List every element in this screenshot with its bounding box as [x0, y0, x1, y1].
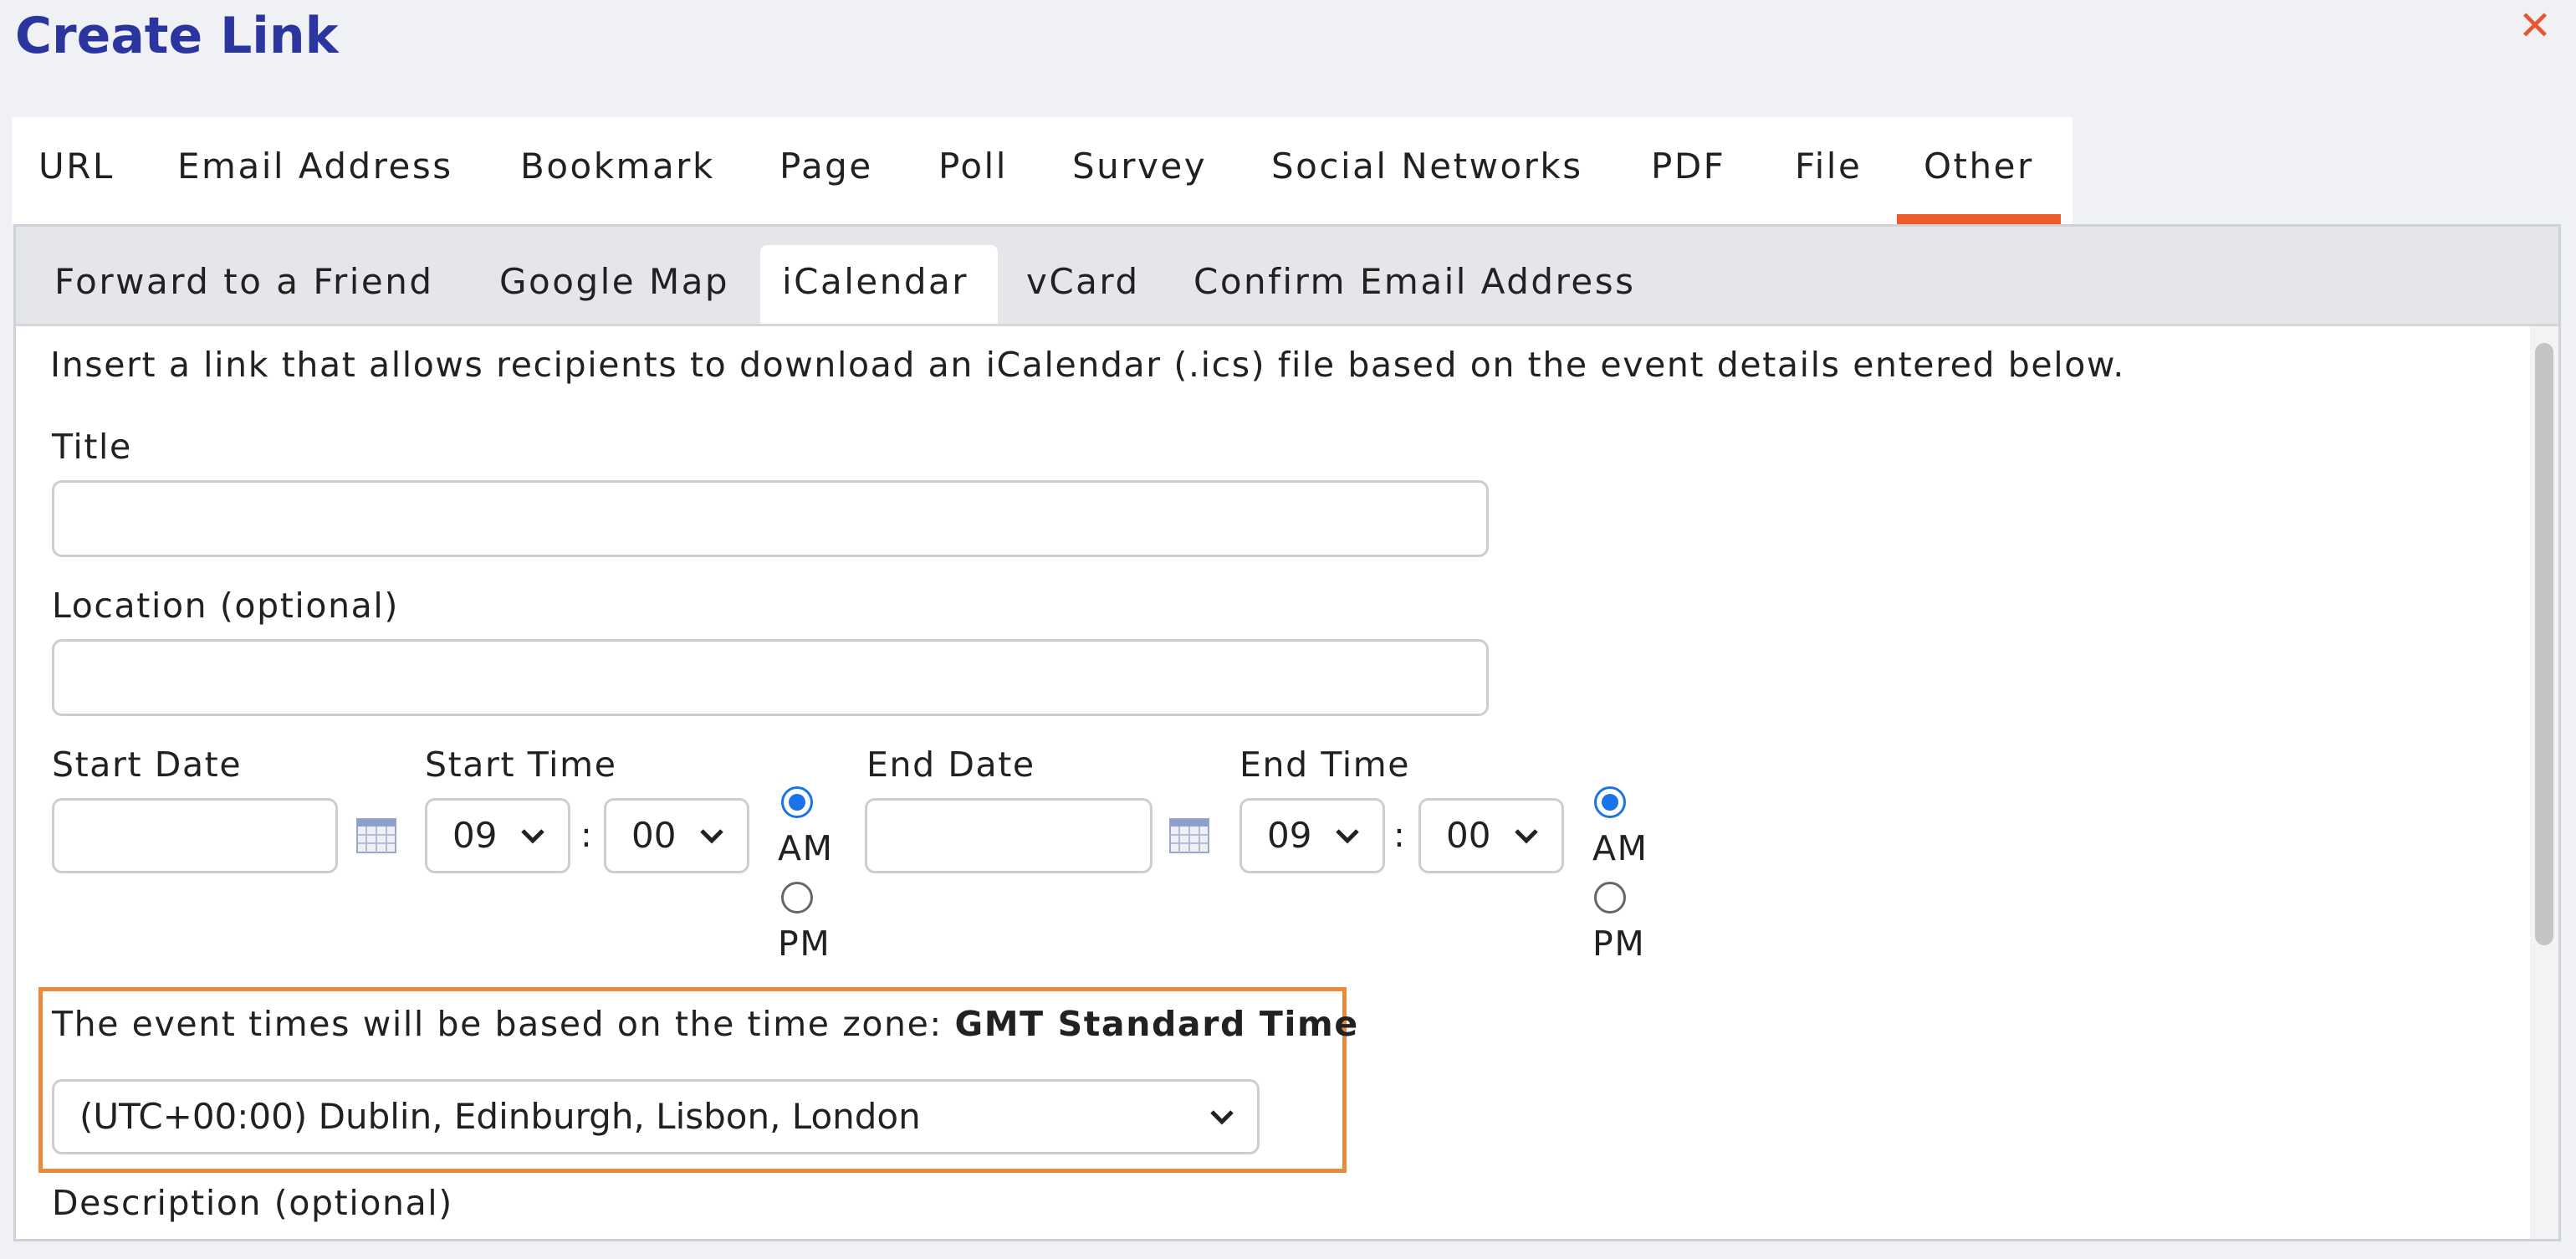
start-date-input[interactable] — [52, 798, 338, 873]
start-pm-radio[interactable] — [781, 882, 813, 914]
tab-poll[interactable]: Poll — [938, 117, 1008, 224]
title-label: Title — [52, 427, 132, 467]
start-minute-value: 00 — [631, 815, 677, 856]
location-input[interactable] — [52, 639, 1489, 716]
tab-other[interactable]: Other — [1897, 117, 2061, 224]
chevron-down-icon — [1515, 829, 1538, 844]
start-am-radio[interactable] — [781, 786, 813, 818]
end-hour-select[interactable]: 09 — [1239, 798, 1385, 873]
subtab-confirm-email-address[interactable]: Confirm Email Address — [1178, 245, 1651, 324]
start-time-separator: : — [580, 815, 594, 855]
chevron-down-icon — [700, 829, 723, 844]
end-minute-value: 00 — [1446, 815, 1491, 856]
timezone-select[interactable]: (UTC+00:00) Dublin, Edinburgh, Lisbon, L… — [52, 1079, 1260, 1154]
start-time-label: Start Time — [425, 745, 617, 785]
start-date-label: Start Date — [52, 745, 243, 785]
end-pm-label: PM — [1592, 924, 1646, 964]
subtab-icalendar[interactable]: iCalendar — [760, 245, 998, 324]
subtab-forward-to-a-friend[interactable]: Forward to a Friend — [39, 245, 449, 324]
timezone-text: The event times will be based on the tim… — [52, 1004, 1359, 1044]
chevron-down-icon — [1210, 1110, 1234, 1125]
start-hour-value: 09 — [452, 815, 498, 856]
start-am-label: AM — [778, 828, 834, 868]
tab-email-address[interactable]: Email Address — [177, 117, 453, 224]
timezone-prefix: The event times will be based on the tim… — [52, 1004, 943, 1044]
timezone-select-value: (UTC+00:00) Dublin, Edinburgh, Lisbon, L… — [79, 1096, 921, 1137]
dialog-title: Create Link — [15, 7, 339, 65]
end-minute-select[interactable]: 00 — [1418, 798, 1564, 873]
other-subtabs: Forward to a Friend Google Map iCalendar… — [16, 227, 2558, 326]
chevron-down-icon — [521, 829, 544, 844]
intro-text: Insert a link that allows recipients to … — [50, 345, 2125, 385]
start-minute-select[interactable]: 00 — [604, 798, 749, 873]
chevron-down-icon — [1336, 829, 1359, 844]
end-hour-value: 09 — [1267, 815, 1312, 856]
calendar-icon[interactable] — [1169, 818, 1209, 853]
end-time-separator: : — [1393, 815, 1407, 855]
tab-url[interactable]: URL — [38, 117, 115, 224]
tab-pdf[interactable]: PDF — [1651, 117, 1725, 224]
tab-bookmark[interactable]: Bookmark — [520, 117, 715, 224]
start-hour-select[interactable]: 09 — [425, 798, 570, 873]
calendar-icon[interactable] — [356, 818, 396, 853]
location-label: Location (optional) — [52, 586, 399, 626]
close-icon[interactable]: ✕ — [2516, 6, 2554, 46]
end-date-label: End Date — [866, 745, 1035, 785]
title-input[interactable] — [52, 480, 1489, 557]
end-time-label: End Time — [1239, 745, 1411, 785]
link-type-tabs: URL Email Address Bookmark Page Poll Sur… — [12, 117, 2073, 224]
end-pm-radio[interactable] — [1594, 882, 1626, 914]
tab-social-networks[interactable]: Social Networks — [1271, 117, 1583, 224]
end-am-radio[interactable] — [1594, 786, 1626, 818]
tab-file[interactable]: File — [1795, 117, 1862, 224]
end-am-label: AM — [1592, 828, 1648, 868]
subtab-vcard[interactable]: vCard — [1011, 245, 1155, 324]
tab-survey[interactable]: Survey — [1072, 117, 1207, 224]
description-label: Description (optional) — [52, 1183, 453, 1223]
timezone-name: GMT Standard Time — [954, 1004, 1359, 1044]
scrollbar[interactable] — [2530, 326, 2558, 1239]
subtab-google-map[interactable]: Google Map — [484, 245, 744, 324]
start-pm-label: PM — [778, 924, 831, 964]
scrollbar-thumb[interactable] — [2535, 343, 2553, 945]
end-date-input[interactable] — [865, 798, 1153, 873]
tab-page[interactable]: Page — [779, 117, 873, 224]
